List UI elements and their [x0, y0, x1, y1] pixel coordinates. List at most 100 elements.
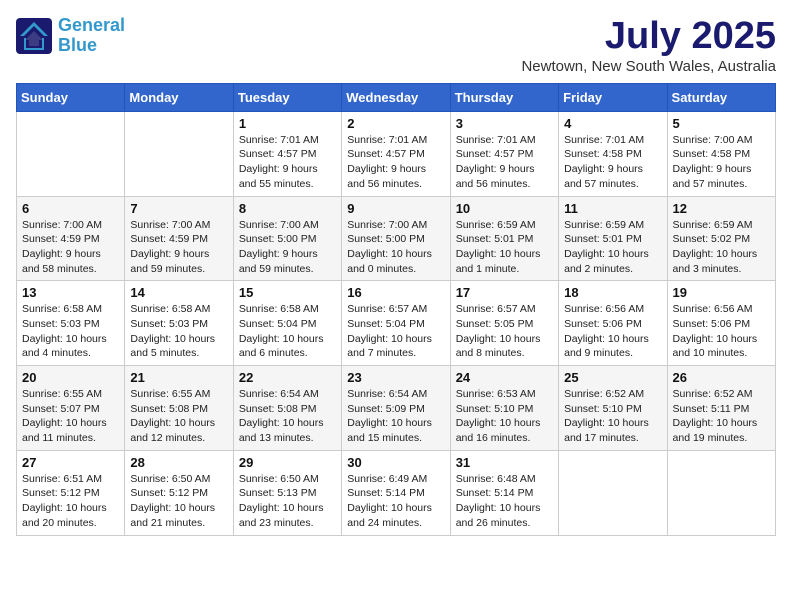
- calendar-cell: 23 Sunrise: 6:54 AM Sunset: 5:09 PM Dayli…: [342, 366, 450, 451]
- day-number: 29: [239, 455, 336, 470]
- calendar-cell: 5 Sunrise: 7:00 AM Sunset: 4:58 PM Daylig…: [667, 111, 775, 196]
- day-info: Sunrise: 6:49 AM Sunset: 5:14 PM Dayligh…: [347, 472, 444, 531]
- calendar-cell: 10Sunrise: 6:59 AM Sunset: 5:01 PM Dayli…: [450, 196, 558, 281]
- calendar-week-row: 1 Sunrise: 7:01 AM Sunset: 4:57 PM Daylig…: [17, 111, 776, 196]
- weekday-header: Saturday: [667, 83, 775, 111]
- page-header: General Blue July 2025 Newtown, New Sout…: [16, 16, 776, 75]
- logo-icon: [16, 18, 52, 54]
- day-info: Sunrise: 7:01 AM Sunset: 4:58 PM Dayligh…: [564, 133, 661, 192]
- day-info: Sunrise: 6:58 AM Sunset: 5:03 PM Dayligh…: [130, 302, 227, 361]
- day-number: 14: [130, 285, 227, 300]
- calendar-cell: 19 Sunrise: 6:56 AM Sunset: 5:06 PM Dayli…: [667, 281, 775, 366]
- day-info: Sunrise: 6:52 AM Sunset: 5:11 PM Dayligh…: [673, 387, 770, 446]
- day-info: Sunrise: 6:54 AM Sunset: 5:09 PM Dayligh…: [347, 387, 444, 446]
- day-number: 10: [456, 201, 553, 216]
- day-number: 4: [564, 116, 661, 131]
- day-number: 3: [456, 116, 553, 131]
- day-number: 28: [130, 455, 227, 470]
- day-number: 23: [347, 370, 444, 385]
- day-info: Sunrise: 6:52 AM Sunset: 5:10 PM Dayligh…: [564, 387, 661, 446]
- calendar-cell: [559, 450, 667, 535]
- day-info: Sunrise: 7:00 AM Sunset: 4:59 PM Dayligh…: [130, 218, 227, 277]
- weekday-header: Friday: [559, 83, 667, 111]
- calendar-cell: 3 Sunrise: 7:01 AM Sunset: 4:57 PM Daylig…: [450, 111, 558, 196]
- day-number: 17: [456, 285, 553, 300]
- day-info: Sunrise: 6:53 AM Sunset: 5:10 PM Dayligh…: [456, 387, 553, 446]
- day-number: 18: [564, 285, 661, 300]
- day-number: 21: [130, 370, 227, 385]
- day-info: Sunrise: 6:59 AM Sunset: 5:02 PM Dayligh…: [673, 218, 770, 277]
- day-number: 6: [22, 201, 119, 216]
- day-number: 12: [673, 201, 770, 216]
- weekday-header: Sunday: [17, 83, 125, 111]
- day-info: Sunrise: 6:50 AM Sunset: 5:12 PM Dayligh…: [130, 472, 227, 531]
- calendar-cell: 7 Sunrise: 7:00 AM Sunset: 4:59 PM Daylig…: [125, 196, 233, 281]
- day-info: Sunrise: 6:50 AM Sunset: 5:13 PM Dayligh…: [239, 472, 336, 531]
- title-block: July 2025 Newtown, New South Wales, Aust…: [521, 16, 776, 75]
- day-info: Sunrise: 6:54 AM Sunset: 5:08 PM Dayligh…: [239, 387, 336, 446]
- calendar-week-row: 27Sunrise: 6:51 AM Sunset: 5:12 PM Dayli…: [17, 450, 776, 535]
- day-number: 7: [130, 201, 227, 216]
- logo-text: General Blue: [58, 16, 125, 56]
- day-info: Sunrise: 6:57 AM Sunset: 5:04 PM Dayligh…: [347, 302, 444, 361]
- calendar-week-row: 20Sunrise: 6:55 AM Sunset: 5:07 PM Dayli…: [17, 366, 776, 451]
- day-number: 2: [347, 116, 444, 131]
- day-number: 8: [239, 201, 336, 216]
- day-number: 22: [239, 370, 336, 385]
- calendar-cell: [667, 450, 775, 535]
- calendar-week-row: 13 Sunrise: 6:58 AM Sunset: 5:03 PM Dayli…: [17, 281, 776, 366]
- weekday-header: Thursday: [450, 83, 558, 111]
- day-info: Sunrise: 6:56 AM Sunset: 5:06 PM Dayligh…: [673, 302, 770, 361]
- calendar-cell: 13 Sunrise: 6:58 AM Sunset: 5:03 PM Dayli…: [17, 281, 125, 366]
- calendar-week-row: 6 Sunrise: 7:00 AM Sunset: 4:59 PM Daylig…: [17, 196, 776, 281]
- calendar-cell: 14 Sunrise: 6:58 AM Sunset: 5:03 PM Dayli…: [125, 281, 233, 366]
- calendar-cell: 2 Sunrise: 7:01 AM Sunset: 4:57 PM Daylig…: [342, 111, 450, 196]
- calendar-cell: 8 Sunrise: 7:00 AM Sunset: 5:00 PM Daylig…: [233, 196, 341, 281]
- calendar-cell: [17, 111, 125, 196]
- calendar-cell: 25 Sunrise: 6:52 AM Sunset: 5:10 PM Dayli…: [559, 366, 667, 451]
- calendar-table: SundayMondayTuesdayWednesdayThursdayFrid…: [16, 83, 776, 536]
- calendar-cell: 11 Sunrise: 6:59 AM Sunset: 5:01 PM Dayli…: [559, 196, 667, 281]
- weekday-header-row: SundayMondayTuesdayWednesdayThursdayFrid…: [17, 83, 776, 111]
- day-info: Sunrise: 7:01 AM Sunset: 4:57 PM Dayligh…: [239, 133, 336, 192]
- day-info: Sunrise: 7:00 AM Sunset: 4:59 PM Dayligh…: [22, 218, 119, 277]
- calendar-cell: 1 Sunrise: 7:01 AM Sunset: 4:57 PM Daylig…: [233, 111, 341, 196]
- logo: General Blue: [16, 16, 125, 56]
- day-number: 13: [22, 285, 119, 300]
- calendar-cell: [125, 111, 233, 196]
- day-info: Sunrise: 6:58 AM Sunset: 5:03 PM Dayligh…: [22, 302, 119, 361]
- weekday-header: Monday: [125, 83, 233, 111]
- day-info: Sunrise: 7:00 AM Sunset: 5:00 PM Dayligh…: [239, 218, 336, 277]
- day-number: 31: [456, 455, 553, 470]
- calendar-cell: 15Sunrise: 6:58 AM Sunset: 5:04 PM Dayli…: [233, 281, 341, 366]
- day-info: Sunrise: 6:59 AM Sunset: 5:01 PM Dayligh…: [564, 218, 661, 277]
- day-info: Sunrise: 7:01 AM Sunset: 4:57 PM Dayligh…: [456, 133, 553, 192]
- day-number: 25: [564, 370, 661, 385]
- day-number: 1: [239, 116, 336, 131]
- calendar-cell: 31Sunrise: 6:48 AM Sunset: 5:14 PM Dayli…: [450, 450, 558, 535]
- day-info: Sunrise: 6:51 AM Sunset: 5:12 PM Dayligh…: [22, 472, 119, 531]
- weekday-header: Tuesday: [233, 83, 341, 111]
- day-info: Sunrise: 7:01 AM Sunset: 4:57 PM Dayligh…: [347, 133, 444, 192]
- day-number: 19: [673, 285, 770, 300]
- calendar-cell: 22 Sunrise: 6:54 AM Sunset: 5:08 PM Dayli…: [233, 366, 341, 451]
- day-info: Sunrise: 7:00 AM Sunset: 5:00 PM Dayligh…: [347, 218, 444, 277]
- calendar-cell: 12 Sunrise: 6:59 AM Sunset: 5:02 PM Dayli…: [667, 196, 775, 281]
- day-info: Sunrise: 6:58 AM Sunset: 5:04 PM Dayligh…: [239, 302, 336, 361]
- calendar-cell: 27Sunrise: 6:51 AM Sunset: 5:12 PM Dayli…: [17, 450, 125, 535]
- calendar-cell: 17 Sunrise: 6:57 AM Sunset: 5:05 PM Dayli…: [450, 281, 558, 366]
- day-number: 5: [673, 116, 770, 131]
- calendar-cell: 30Sunrise: 6:49 AM Sunset: 5:14 PM Dayli…: [342, 450, 450, 535]
- day-number: 26: [673, 370, 770, 385]
- day-info: Sunrise: 7:00 AM Sunset: 4:58 PM Dayligh…: [673, 133, 770, 192]
- calendar-cell: 21 Sunrise: 6:55 AM Sunset: 5:08 PM Dayli…: [125, 366, 233, 451]
- calendar-cell: 6 Sunrise: 7:00 AM Sunset: 4:59 PM Daylig…: [17, 196, 125, 281]
- day-info: Sunrise: 6:55 AM Sunset: 5:07 PM Dayligh…: [22, 387, 119, 446]
- day-number: 11: [564, 201, 661, 216]
- calendar-cell: 16Sunrise: 6:57 AM Sunset: 5:04 PM Dayli…: [342, 281, 450, 366]
- calendar-cell: 4 Sunrise: 7:01 AM Sunset: 4:58 PM Daylig…: [559, 111, 667, 196]
- calendar-cell: 28 Sunrise: 6:50 AM Sunset: 5:12 PM Dayli…: [125, 450, 233, 535]
- day-info: Sunrise: 6:55 AM Sunset: 5:08 PM Dayligh…: [130, 387, 227, 446]
- calendar-cell: 20Sunrise: 6:55 AM Sunset: 5:07 PM Dayli…: [17, 366, 125, 451]
- day-info: Sunrise: 6:57 AM Sunset: 5:05 PM Dayligh…: [456, 302, 553, 361]
